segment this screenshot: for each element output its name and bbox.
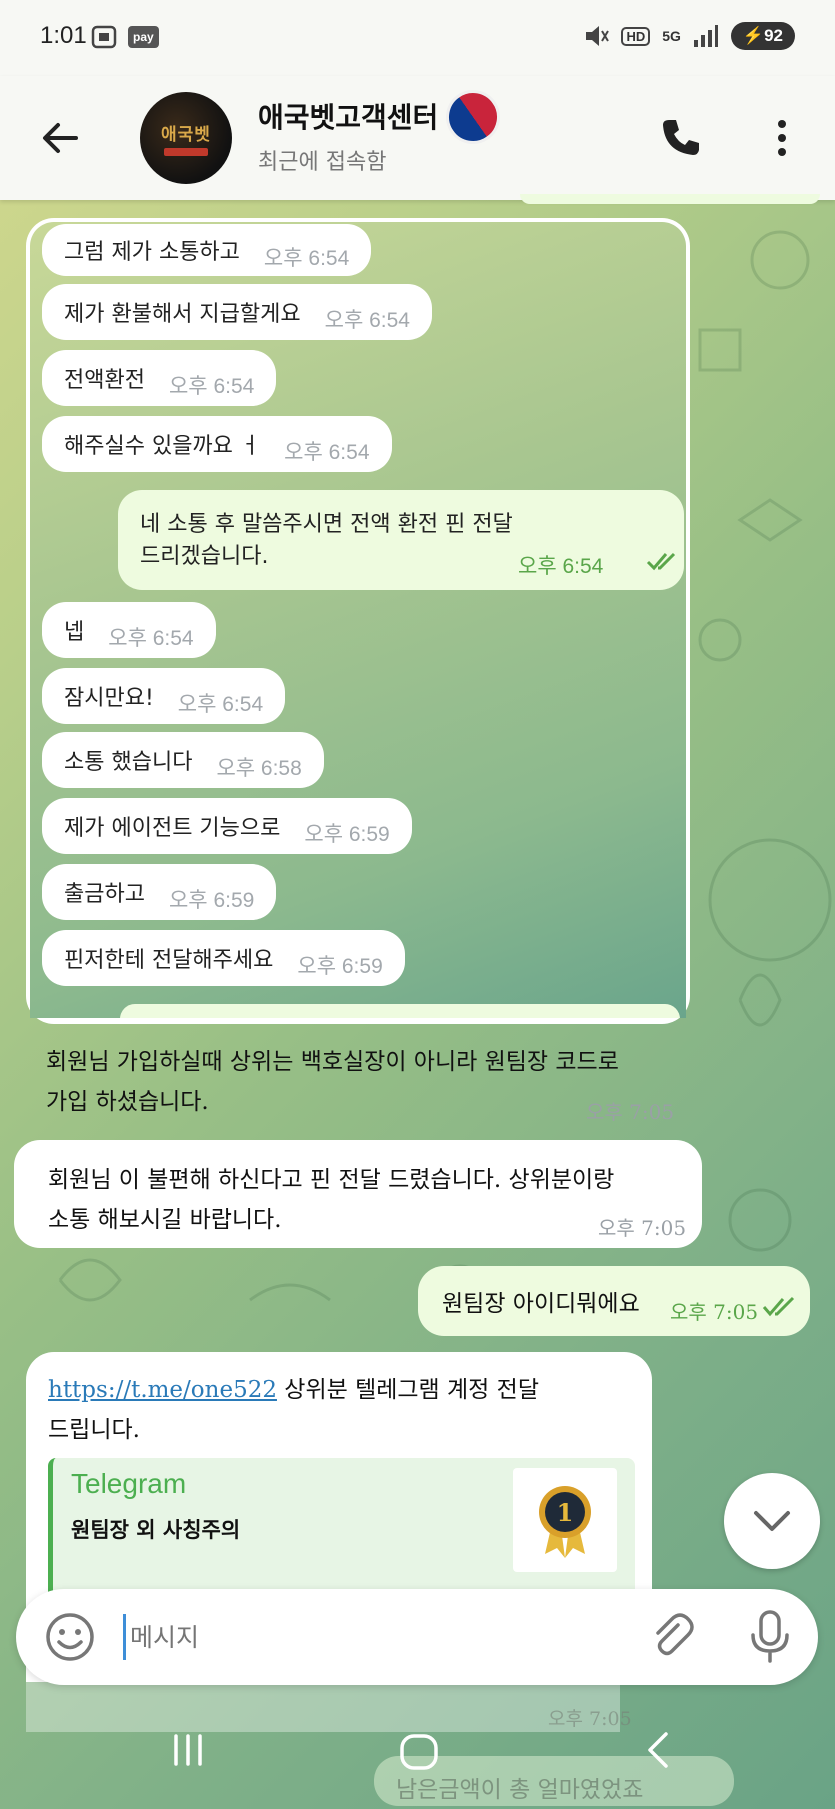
message-time: 오후 7:05 [598, 1216, 687, 1240]
korea-flag-icon [435, 79, 511, 155]
more-options-icon[interactable] [770, 114, 794, 162]
message-text: 소통 해보시길 바랍니다. [48, 1207, 282, 1233]
message-text: 회원님 가입하실때 상위는 백호실장이 아니라 원팀장 코드로 [46, 1049, 619, 1075]
status-bar: 1:01 pay HD 5G ⚡92 [0, 0, 835, 76]
screenshot-message-outgoing-partial [120, 1004, 680, 1018]
message-time: 오후 7:05 [670, 1300, 759, 1324]
scroll-to-bottom-button[interactable] [724, 1473, 820, 1569]
screenshot-message: 제가 환불해서 지급할게요 오후 6:54 [42, 284, 432, 340]
link-preview-site: Telegram [71, 1468, 187, 1499]
screenshot-message: 잠시만요! 오후 6:54 [42, 668, 286, 724]
svg-text:1: 1 [557, 1498, 574, 1527]
attach-paperclip-icon[interactable] [648, 1613, 696, 1661]
screenshot-message: 출금하고 오후 6:59 [42, 864, 277, 920]
battery-level: 92 [764, 26, 783, 45]
chat-header: 애국벳 애국벳고객센터 최근에 접속함 [0, 76, 835, 200]
message-bubble-faded [26, 1682, 620, 1732]
message-bubble-outgoing[interactable]: 원팀장 아이디뭐에요 오후 7:05 [418, 1266, 810, 1336]
telegram-link[interactable]: https://t.me/one522 [48, 1377, 277, 1403]
message-text: 회원님 이 불편해 하신다고 핀 전달 드렸습니다. 상위분이랑 [48, 1167, 615, 1193]
network-type-icon: 5G [662, 28, 681, 44]
battery-icon: ⚡92 [730, 22, 795, 50]
home-icon[interactable] [398, 1730, 442, 1774]
avatar-logo-text: 애국벳 [161, 125, 211, 145]
screenshot-message: 핀저한테 전달해주세요 오후 6:59 [42, 930, 405, 986]
message-input[interactable] [128, 1609, 612, 1667]
chat-last-seen: 최근에 접속함 [258, 150, 387, 175]
message-time-faded: 오후 7:05 [548, 1708, 632, 1730]
mute-icon [586, 26, 610, 46]
avatar[interactable]: 애국벳 [140, 92, 232, 184]
emoji-icon[interactable] [44, 1611, 96, 1663]
message-time: 오후 7:05 [586, 1100, 675, 1124]
message-text: 가입 하셨습니다. [46, 1089, 209, 1115]
screenshot-icon [91, 25, 117, 49]
screenshot-message: 소통 했습니다 오후 6:58 [42, 732, 324, 788]
link-preview-thumbnail: 1 [513, 1468, 617, 1572]
recent-apps-icon[interactable] [168, 1730, 208, 1770]
chevron-down-icon [754, 1511, 790, 1531]
text-cursor [123, 1614, 126, 1660]
hd-voice-icon: HD [621, 26, 651, 46]
pay-icon: pay [128, 26, 159, 48]
message-text: 원팀장 아이디뭐에요 [442, 1291, 640, 1317]
screenshot-message: 해주실수 있을까요 ㅓ 오후 6:54 [42, 416, 392, 472]
message-text: 드립니다. [48, 1417, 140, 1443]
screenshot-message: 넵 오후 6:54 [42, 602, 216, 658]
award-medal-icon: 1 [539, 1486, 591, 1558]
screenshot-message: 그럼 제가 소통하고 오후 6:54 [42, 224, 372, 276]
microphone-icon[interactable] [748, 1609, 792, 1665]
screenshot-message: 전액환전 오후 6:54 [42, 350, 277, 406]
photo-message[interactable]: 그럼 제가 소통하고 오후 6:54 제가 환불해서 지급할게요 오후 6:54 전… [26, 218, 690, 1124]
link-preview-title: 원팀장 외 사칭주의 [71, 1518, 241, 1542]
phone-icon[interactable] [655, 114, 703, 162]
read-checkmarks-icon [762, 1296, 795, 1317]
chat-title[interactable]: 애국벳고객센터 [258, 96, 438, 136]
previous-message-edge [520, 194, 820, 204]
message-bubble-incoming[interactable]: 회원님 이 불편해 하신다고 핀 전달 드렸습니다. 상위분이랑 소통 해보시길… [14, 1140, 702, 1248]
screenshot-message: 제가 에이전트 기능으로 오후 6:59 [42, 798, 412, 854]
faded-message-text: 남은금액이 총 얼마였었죠 [396, 1777, 644, 1803]
screenshot-message-outgoing: 네 소통 후 말씀주시면 전액 환전 핀 전달 드리겠습니다. 오후 6:54 [118, 490, 684, 590]
back-nav-icon[interactable] [640, 1730, 676, 1770]
chat-screenshot-image[interactable]: 그럼 제가 소통하고 오후 6:54 제가 환불해서 지급할게요 오후 6:54 전… [30, 222, 686, 1018]
status-time: 1:01 [40, 22, 87, 49]
read-checkmarks-icon [646, 552, 676, 571]
message-text: 상위분 텔레그램 계정 전달 [276, 1377, 539, 1403]
avatar-logo-bar [164, 148, 208, 156]
back-arrow-icon[interactable] [36, 114, 84, 162]
message-input-bar [16, 1589, 818, 1685]
signal-icon [693, 25, 718, 47]
